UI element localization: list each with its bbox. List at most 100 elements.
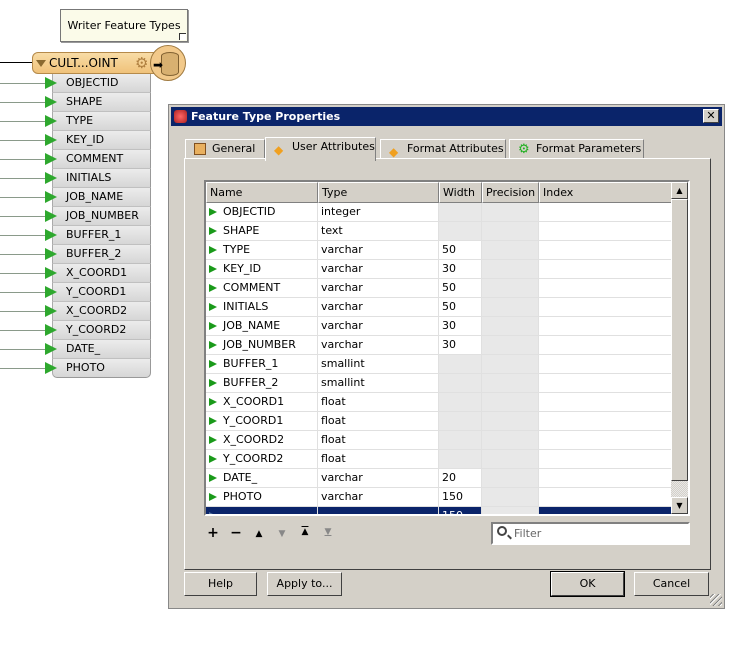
- name-cell[interactable]: SHAPE: [206, 222, 318, 240]
- attribute-port[interactable]: OBJECTID: [45, 74, 151, 93]
- index-cell[interactable]: [539, 203, 674, 221]
- add-attribute-icon[interactable]: +: [203, 525, 223, 541]
- width-cell[interactable]: [439, 393, 482, 411]
- name-cell[interactable]: INITIALS: [206, 298, 318, 316]
- table-row[interactable]: X_COORD1 float: [206, 393, 688, 412]
- width-cell[interactable]: 150: [439, 488, 482, 506]
- name-cell[interactable]: Y_COORD1: [206, 412, 318, 430]
- scroll-thumb[interactable]: [671, 199, 688, 481]
- attribute-port[interactable]: KEY_ID: [45, 131, 151, 150]
- width-cell[interactable]: 50: [439, 241, 482, 259]
- name-cell[interactable]: JOB_NAME: [206, 317, 318, 335]
- width-cell[interactable]: 150: [439, 507, 482, 514]
- type-cell[interactable]: float: [318, 412, 439, 430]
- filter-input[interactable]: Filter: [491, 522, 690, 545]
- move-top-icon[interactable]: ▲: [295, 527, 315, 537]
- name-cell[interactable]: X_COORD1: [206, 393, 318, 411]
- help-button[interactable]: Help: [184, 572, 257, 596]
- move-up-icon[interactable]: ▲: [249, 529, 269, 539]
- type-cell[interactable]: varchar: [318, 298, 439, 316]
- resize-grip[interactable]: [710, 594, 722, 606]
- table-row[interactable]: X_COORD2 float: [206, 431, 688, 450]
- scroll-down-button[interactable]: ▼: [671, 497, 688, 514]
- width-cell[interactable]: 30: [439, 336, 482, 354]
- name-cell[interactable]: COMMENT: [206, 279, 318, 297]
- name-cell[interactable]: TYPE: [206, 241, 318, 259]
- type-cell[interactable]: [318, 507, 439, 514]
- index-cell[interactable]: [539, 469, 674, 487]
- name-cell[interactable]: BUFFER_1: [206, 355, 318, 373]
- width-cell[interactable]: 50: [439, 298, 482, 316]
- name-cell[interactable]: BUFFER_2: [206, 374, 318, 392]
- index-cell[interactable]: [539, 222, 674, 240]
- attribute-port[interactable]: BUFFER_1: [45, 226, 151, 245]
- type-cell[interactable]: varchar: [318, 260, 439, 278]
- attribute-port[interactable]: X_COORD1: [45, 264, 151, 283]
- close-button[interactable]: ✕: [703, 109, 719, 123]
- table-row[interactable]: Y_COORD1 float: [206, 412, 688, 431]
- name-cell[interactable]: JOB_NUMBER: [206, 336, 318, 354]
- name-cell[interactable]: [206, 507, 318, 514]
- name-cell[interactable]: DATE_: [206, 469, 318, 487]
- column-header[interactable]: Width: [439, 182, 482, 203]
- width-cell[interactable]: [439, 450, 482, 468]
- apply-to-button[interactable]: Apply to...: [267, 572, 342, 596]
- index-cell[interactable]: [539, 355, 674, 373]
- tab-format-parameters[interactable]: ⚙ Format Parameters: [509, 139, 644, 159]
- tab-format-attributes[interactable]: ◆ Format Attributes: [380, 139, 506, 159]
- type-cell[interactable]: smallint: [318, 374, 439, 392]
- column-header[interactable]: Type: [318, 182, 439, 203]
- name-cell[interactable]: OBJECTID: [206, 203, 318, 221]
- table-row[interactable]: COMMENT varchar 50: [206, 279, 688, 298]
- remove-attribute-icon[interactable]: −: [226, 525, 246, 541]
- attribute-port[interactable]: BUFFER_2: [45, 245, 151, 264]
- index-cell[interactable]: [539, 241, 674, 259]
- attribute-port[interactable]: Y_COORD2: [45, 321, 151, 340]
- type-cell[interactable]: varchar: [318, 241, 439, 259]
- type-cell[interactable]: float: [318, 450, 439, 468]
- width-cell[interactable]: [439, 203, 482, 221]
- tab-user-attributes[interactable]: ◆ User Attributes: [265, 137, 376, 161]
- index-cell[interactable]: [539, 450, 674, 468]
- name-cell[interactable]: Y_COORD2: [206, 450, 318, 468]
- index-cell[interactable]: [539, 488, 674, 506]
- width-cell[interactable]: [439, 412, 482, 430]
- width-cell[interactable]: [439, 431, 482, 449]
- move-down-icon[interactable]: ▼: [272, 529, 292, 539]
- type-cell[interactable]: text: [318, 222, 439, 240]
- gear-icon[interactable]: ⚙: [135, 54, 148, 72]
- attribute-port[interactable]: DATE_: [45, 340, 151, 359]
- index-cell[interactable]: [539, 336, 674, 354]
- index-cell[interactable]: [539, 412, 674, 430]
- name-cell[interactable]: X_COORD2: [206, 431, 318, 449]
- type-cell[interactable]: varchar: [318, 469, 439, 487]
- attribute-port[interactable]: JOB_NUMBER: [45, 207, 151, 226]
- attribute-port[interactable]: JOB_NAME: [45, 188, 151, 207]
- writer-feature-types-note[interactable]: Writer Feature Types: [60, 9, 188, 42]
- name-cell[interactable]: PHOTO: [206, 488, 318, 506]
- type-cell[interactable]: float: [318, 393, 439, 411]
- table-row[interactable]: JOB_NAME varchar 30: [206, 317, 688, 336]
- scroll-up-button[interactable]: ▲: [671, 182, 688, 199]
- attribute-port[interactable]: PHOTO: [45, 359, 151, 378]
- width-cell[interactable]: 50: [439, 279, 482, 297]
- width-cell[interactable]: 20: [439, 469, 482, 487]
- tab-general[interactable]: General: [185, 139, 265, 159]
- table-row[interactable]: PHOTO varchar 150: [206, 488, 688, 507]
- type-cell[interactable]: varchar: [318, 488, 439, 506]
- table-row[interactable]: 150: [206, 507, 688, 514]
- attribute-port[interactable]: Y_COORD1: [45, 283, 151, 302]
- vertical-scrollbar[interactable]: ▲ ▼: [671, 182, 688, 514]
- attribute-port[interactable]: SHAPE: [45, 93, 151, 112]
- table-row[interactable]: JOB_NUMBER varchar 30: [206, 336, 688, 355]
- index-cell[interactable]: [539, 393, 674, 411]
- table-row[interactable]: SHAPE text: [206, 222, 688, 241]
- index-cell[interactable]: [539, 317, 674, 335]
- type-cell[interactable]: varchar: [318, 317, 439, 335]
- width-cell[interactable]: [439, 355, 482, 373]
- width-cell[interactable]: 30: [439, 260, 482, 278]
- type-cell[interactable]: varchar: [318, 279, 439, 297]
- index-cell[interactable]: [539, 260, 674, 278]
- table-row[interactable]: DATE_ varchar 20: [206, 469, 688, 488]
- type-cell[interactable]: varchar: [318, 336, 439, 354]
